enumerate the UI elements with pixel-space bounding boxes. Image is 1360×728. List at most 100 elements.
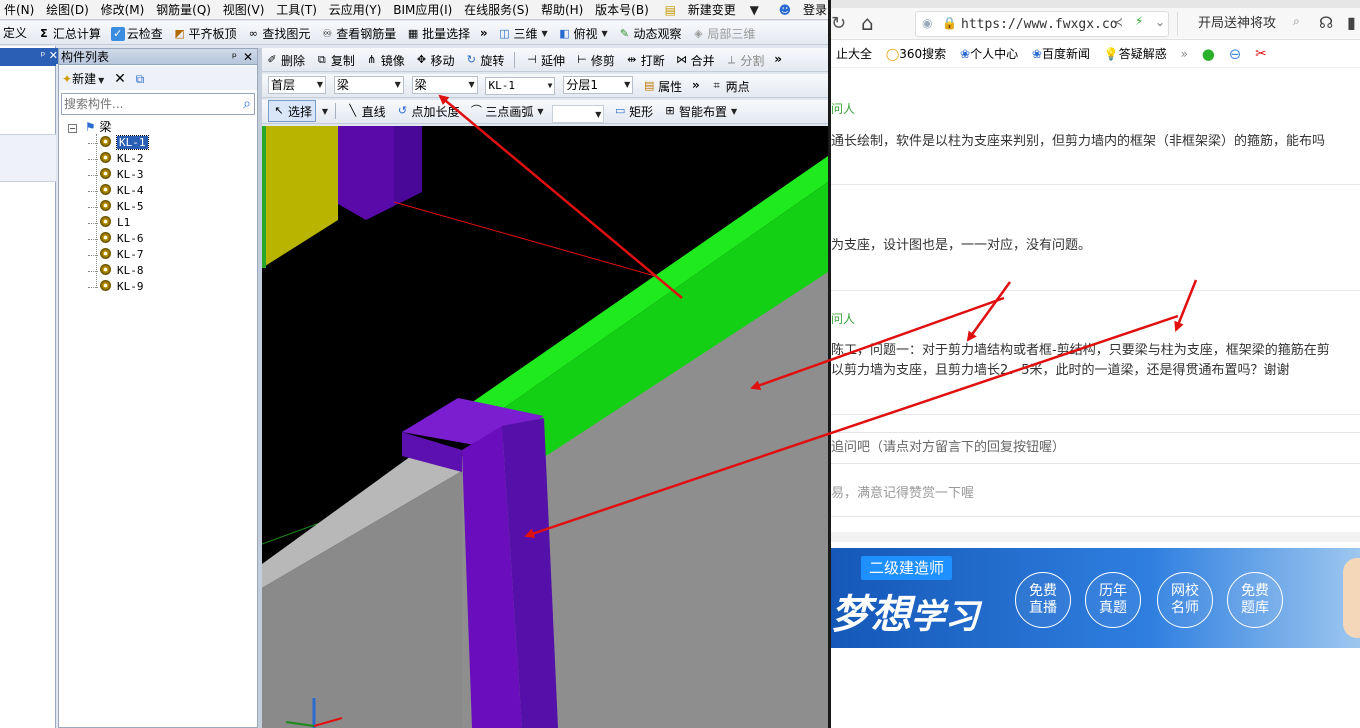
view-3d-button[interactable]: ◫ 三维 ▼ [495,23,551,45]
left-dock-tab[interactable] [0,134,56,182]
tree-item[interactable]: KL-8 [88,263,144,279]
arc-option-select[interactable]: ▼ [552,105,605,123]
green-app-icon[interactable]: ● [1197,44,1220,64]
rect-button[interactable]: ▭ 矩形 [610,100,656,122]
overflow-chevron-icon[interactable]: » [689,74,703,96]
overflow-chevron-icon[interactable]: » [1176,44,1193,64]
extend-button[interactable]: ⊣ 延伸 [522,49,568,71]
chevron-down-icon[interactable]: ⌄ [1155,15,1165,29]
home-icon[interactable]: ⌂ [861,11,874,35]
copy-button[interactable]: ⧉ 复制 [312,49,358,71]
menu-help[interactable]: 帮助(H) [537,0,587,19]
banner-circle-question-bank[interactable]: 免费 题库 [1227,572,1283,628]
delete-button[interactable]: ✐ 删除 [262,49,308,71]
search-icon[interactable]: ⌕ [243,96,251,112]
3d-viewport[interactable] [262,126,828,728]
tree-item[interactable]: L1 [88,215,130,231]
bookmark-item[interactable]: ❀个人中心 [955,44,1023,64]
trim-button[interactable]: ⊢ 修剪 [572,49,618,71]
ad-banner[interactable]: 二级建造师 梦想学习 免费 直播 历年 真题 网校 名师 免费 题库 [831,548,1360,648]
menu-file[interactable]: 件(N) [0,0,38,19]
find-element-button[interactable]: ∞ 查找图元 [243,23,313,45]
tree-item[interactable]: KL-5 [88,199,144,215]
splitter[interactable] [258,48,262,728]
tree-item[interactable]: KL-3 [88,167,144,183]
tree-item[interactable]: KL-1 [88,135,149,151]
top-view-button[interactable]: ◧ 俯视 ▼ [555,23,611,45]
scissors-icon[interactable]: ✂ [1250,44,1272,64]
menu-version[interactable]: 版本号(B) [591,0,653,19]
move-button[interactable]: ✥ 移动 [412,49,458,71]
batch-select-button[interactable]: ▦ 批量选择 [403,23,473,45]
dynamic-view-button[interactable]: ✎ 动态观察 [615,23,685,45]
tree-item[interactable]: KL-6 [88,231,144,247]
bookmark-item[interactable]: ❀百度新闻 [1027,44,1095,64]
select-dropdown-icon[interactable]: ▼ [322,107,328,116]
new-change-button[interactable]: ▤ 新建变更 ▼ [657,0,767,19]
break-button[interactable]: ⇹ 打断 [622,49,668,71]
login-button[interactable]: ☻ 登录 ▼ [771,0,828,19]
menu-rebar[interactable]: 钢筋量(Q) [152,0,215,19]
share-icon[interactable]: ≺ [1113,15,1123,29]
bolt-icon[interactable]: ⚡ [1135,14,1143,28]
banner-circle-free-live[interactable]: 免费 直播 [1015,572,1071,628]
close-icon[interactable]: ✕ [49,49,58,62]
copy-component-icon[interactable]: ⧉ [136,72,145,86]
search-icon[interactable]: ⌕ [1293,14,1300,29]
tree-item[interactable]: KL-4 [88,183,144,199]
bookmark-item[interactable]: ◯360搜索 [881,44,951,64]
floor-select[interactable]: 首层 ▼ [268,75,326,94]
bookmark-item[interactable]: 止大全 [831,44,877,64]
headphones-icon[interactable]: ☊ [1319,13,1333,32]
banner-circle-teachers[interactable]: 网校 名师 [1157,572,1213,628]
bookmark-item[interactable]: 💡答疑解惑 [1099,44,1172,64]
flush-slab-button[interactable]: ◩ 平齐板顶 [170,23,240,45]
layer-select[interactable]: 分层1 ▼ [563,75,634,94]
overflow-chevron-icon[interactable]: » [477,22,491,44]
cloud-check-button[interactable]: ✓ 云检查 [108,23,166,45]
line-button[interactable]: ╲ 直线 [343,100,389,122]
refresh-icon[interactable]: ↻ [831,13,846,34]
delete-component-icon[interactable]: ✕ [114,71,126,87]
smart-layout-button[interactable]: ⊞ 智能布置 ▼ [660,100,740,122]
banner-circle-past-exams[interactable]: 历年 真题 [1085,572,1141,628]
local-3d-button[interactable]: ◈ 局部三维 [688,23,758,45]
menu-bim[interactable]: BIM应用(I) [389,0,456,19]
rotate-button[interactable]: ↻ 旋转 [461,49,507,71]
search-input[interactable] [62,94,230,114]
arc-button[interactable]: ⌒ 三点画弧 ▼ [466,100,546,122]
merge-button[interactable]: ⋈ 合并 [672,49,718,71]
menu-online[interactable]: 在线服务(S) [460,0,533,19]
menu-cloud[interactable]: 云应用(Y) [325,0,386,19]
menu-draw[interactable]: 绘图(D) [42,0,93,19]
point-length-button[interactable]: ↺ 点加长度 [393,100,463,122]
pin-icon[interactable]: ᵖ [41,49,46,62]
subtype-select[interactable]: 梁 ▼ [411,75,478,94]
menu-modify[interactable]: 修改(M) [97,0,149,19]
tree-item[interactable]: KL-7 [88,247,144,263]
properties-button[interactable]: ▤ 属性 [639,75,685,97]
tree-item[interactable]: KL-9 [88,279,144,295]
followup-input[interactable]: 追问吧（请点对方留言下的回复按钮喔） [831,432,1360,464]
blue-app-icon[interactable]: ⊖ [1224,44,1247,64]
mirror-button[interactable]: ⋔ 镜像 [362,49,408,71]
view-rebar-button[interactable]: ♾ 查看钢筋量 [317,23,399,45]
close-icon[interactable]: ✕ [243,49,253,65]
tree-item[interactable]: KL-2 [88,151,144,167]
split-button[interactable]: ⟂ 分割 [721,49,767,71]
type-select[interactable]: 梁 ▼ [333,75,404,94]
menu-icon[interactable]: ▮ [1347,13,1356,32]
menu-view[interactable]: 视图(V) [219,0,269,19]
summary-calc-button[interactable]: Σ 汇总计算 [34,23,104,45]
tree-root[interactable]: − ⚑ 梁 [68,119,111,135]
select-button[interactable]: ↖ 选择 [268,100,317,122]
pin-icon[interactable]: ᵖ [232,49,237,65]
new-component-button[interactable]: ✦新建 ▼ [62,72,104,86]
overflow-chevron-icon[interactable]: » [771,48,785,70]
define-button[interactable]: 定义 [0,21,30,43]
component-select[interactable]: KL-1 ▼ [485,76,556,95]
two-points-button[interactable]: ⌗ 两点 [707,75,753,97]
menu-tools[interactable]: 工具(T) [272,0,321,19]
collapse-icon[interactable]: − [68,124,77,133]
address-bar[interactable]: ◉ 🔒 https://www.fwxgx.co [915,11,1169,37]
